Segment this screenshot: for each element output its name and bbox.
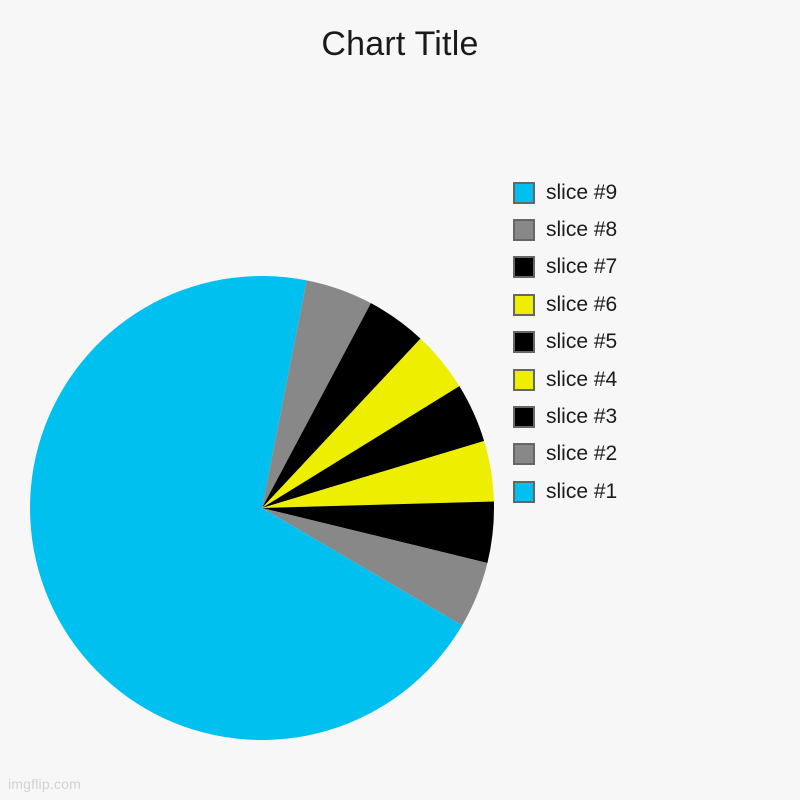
- legend-item-label: slice #6: [546, 292, 618, 316]
- legend-item[interactable]: slice #5: [513, 324, 763, 361]
- legend-swatch-icon: [513, 256, 535, 279]
- legend: slice #9 slice #8 slice #7 slice #6 slice #5…: [513, 174, 763, 511]
- legend-item-label: slice #7: [546, 255, 618, 279]
- watermark: imgflip.com: [8, 776, 81, 792]
- legend-swatch-icon: [513, 406, 535, 429]
- pie-chart-figure: Chart Title slice #9 slice #8 slice #7 slic…: [0, 0, 800, 800]
- legend-item[interactable]: slice #8: [513, 211, 763, 248]
- legend-item-label: slice #9: [546, 180, 618, 204]
- legend-swatch-icon: [513, 331, 535, 354]
- legend-item-label: slice #2: [546, 442, 618, 466]
- legend-swatch-icon: [513, 443, 535, 466]
- legend-item[interactable]: slice #1: [513, 473, 763, 510]
- legend-item[interactable]: slice #7: [513, 249, 763, 286]
- legend-item[interactable]: slice #2: [513, 436, 763, 473]
- legend-item[interactable]: slice #9: [513, 174, 763, 211]
- pie-slice-group: [30, 275, 495, 740]
- legend-item[interactable]: slice #4: [513, 361, 763, 398]
- legend-swatch-icon: [513, 480, 535, 503]
- legend-item-label: slice #5: [546, 330, 618, 354]
- legend-item-label: slice #1: [546, 479, 618, 503]
- legend-swatch-icon: [513, 181, 535, 204]
- legend-item[interactable]: slice #6: [513, 286, 763, 323]
- legend-item-label: slice #4: [546, 367, 618, 391]
- legend-swatch-icon: [513, 293, 535, 316]
- legend-swatch-icon: [513, 219, 535, 242]
- legend-item[interactable]: slice #3: [513, 398, 763, 435]
- legend-swatch-icon: [513, 368, 535, 391]
- legend-item-label: slice #3: [546, 405, 618, 429]
- legend-item-label: slice #8: [546, 218, 618, 242]
